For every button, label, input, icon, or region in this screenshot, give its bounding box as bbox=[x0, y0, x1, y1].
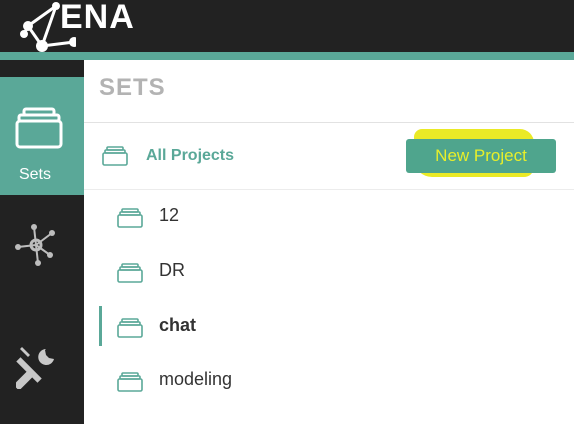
folder-icon bbox=[117, 318, 143, 338]
list-item-label: 12 bbox=[159, 205, 180, 225]
list-item[interactable]: chat bbox=[84, 306, 574, 350]
network-icon[interactable] bbox=[14, 223, 58, 267]
list-item[interactable]: modeling bbox=[84, 360, 574, 404]
new-project-button[interactable]: New Project bbox=[406, 139, 556, 173]
nav-item-sets-label: Sets bbox=[18, 166, 51, 183]
page-title: SETS bbox=[99, 74, 166, 101]
tools-icon[interactable] bbox=[16, 345, 60, 389]
main-panel: SETS All Projects New Project 12 DR chat… bbox=[84, 60, 574, 424]
divider bbox=[84, 189, 574, 190]
list-item-label: chat bbox=[159, 315, 197, 335]
folder-icon bbox=[117, 208, 143, 228]
left-nav: Sets bbox=[0, 60, 84, 424]
folder-icon bbox=[102, 146, 128, 166]
folder-icon bbox=[15, 107, 63, 149]
active-indicator bbox=[99, 306, 102, 346]
all-projects-row[interactable]: All Projects New Project bbox=[84, 123, 574, 189]
top-bar: ENA bbox=[0, 0, 574, 52]
app-logo-text: ENA bbox=[60, 0, 135, 36]
all-projects-link[interactable]: All Projects bbox=[146, 147, 234, 165]
list-item[interactable]: 12 bbox=[84, 196, 574, 240]
top-bar-accent bbox=[0, 52, 574, 60]
folder-icon bbox=[117, 263, 143, 283]
list-item-label: DR bbox=[159, 260, 185, 280]
list-item-label: modeling bbox=[159, 369, 233, 389]
list-item[interactable]: DR bbox=[84, 251, 574, 295]
nav-item-sets[interactable]: Sets bbox=[0, 77, 84, 195]
folder-icon bbox=[117, 372, 143, 392]
